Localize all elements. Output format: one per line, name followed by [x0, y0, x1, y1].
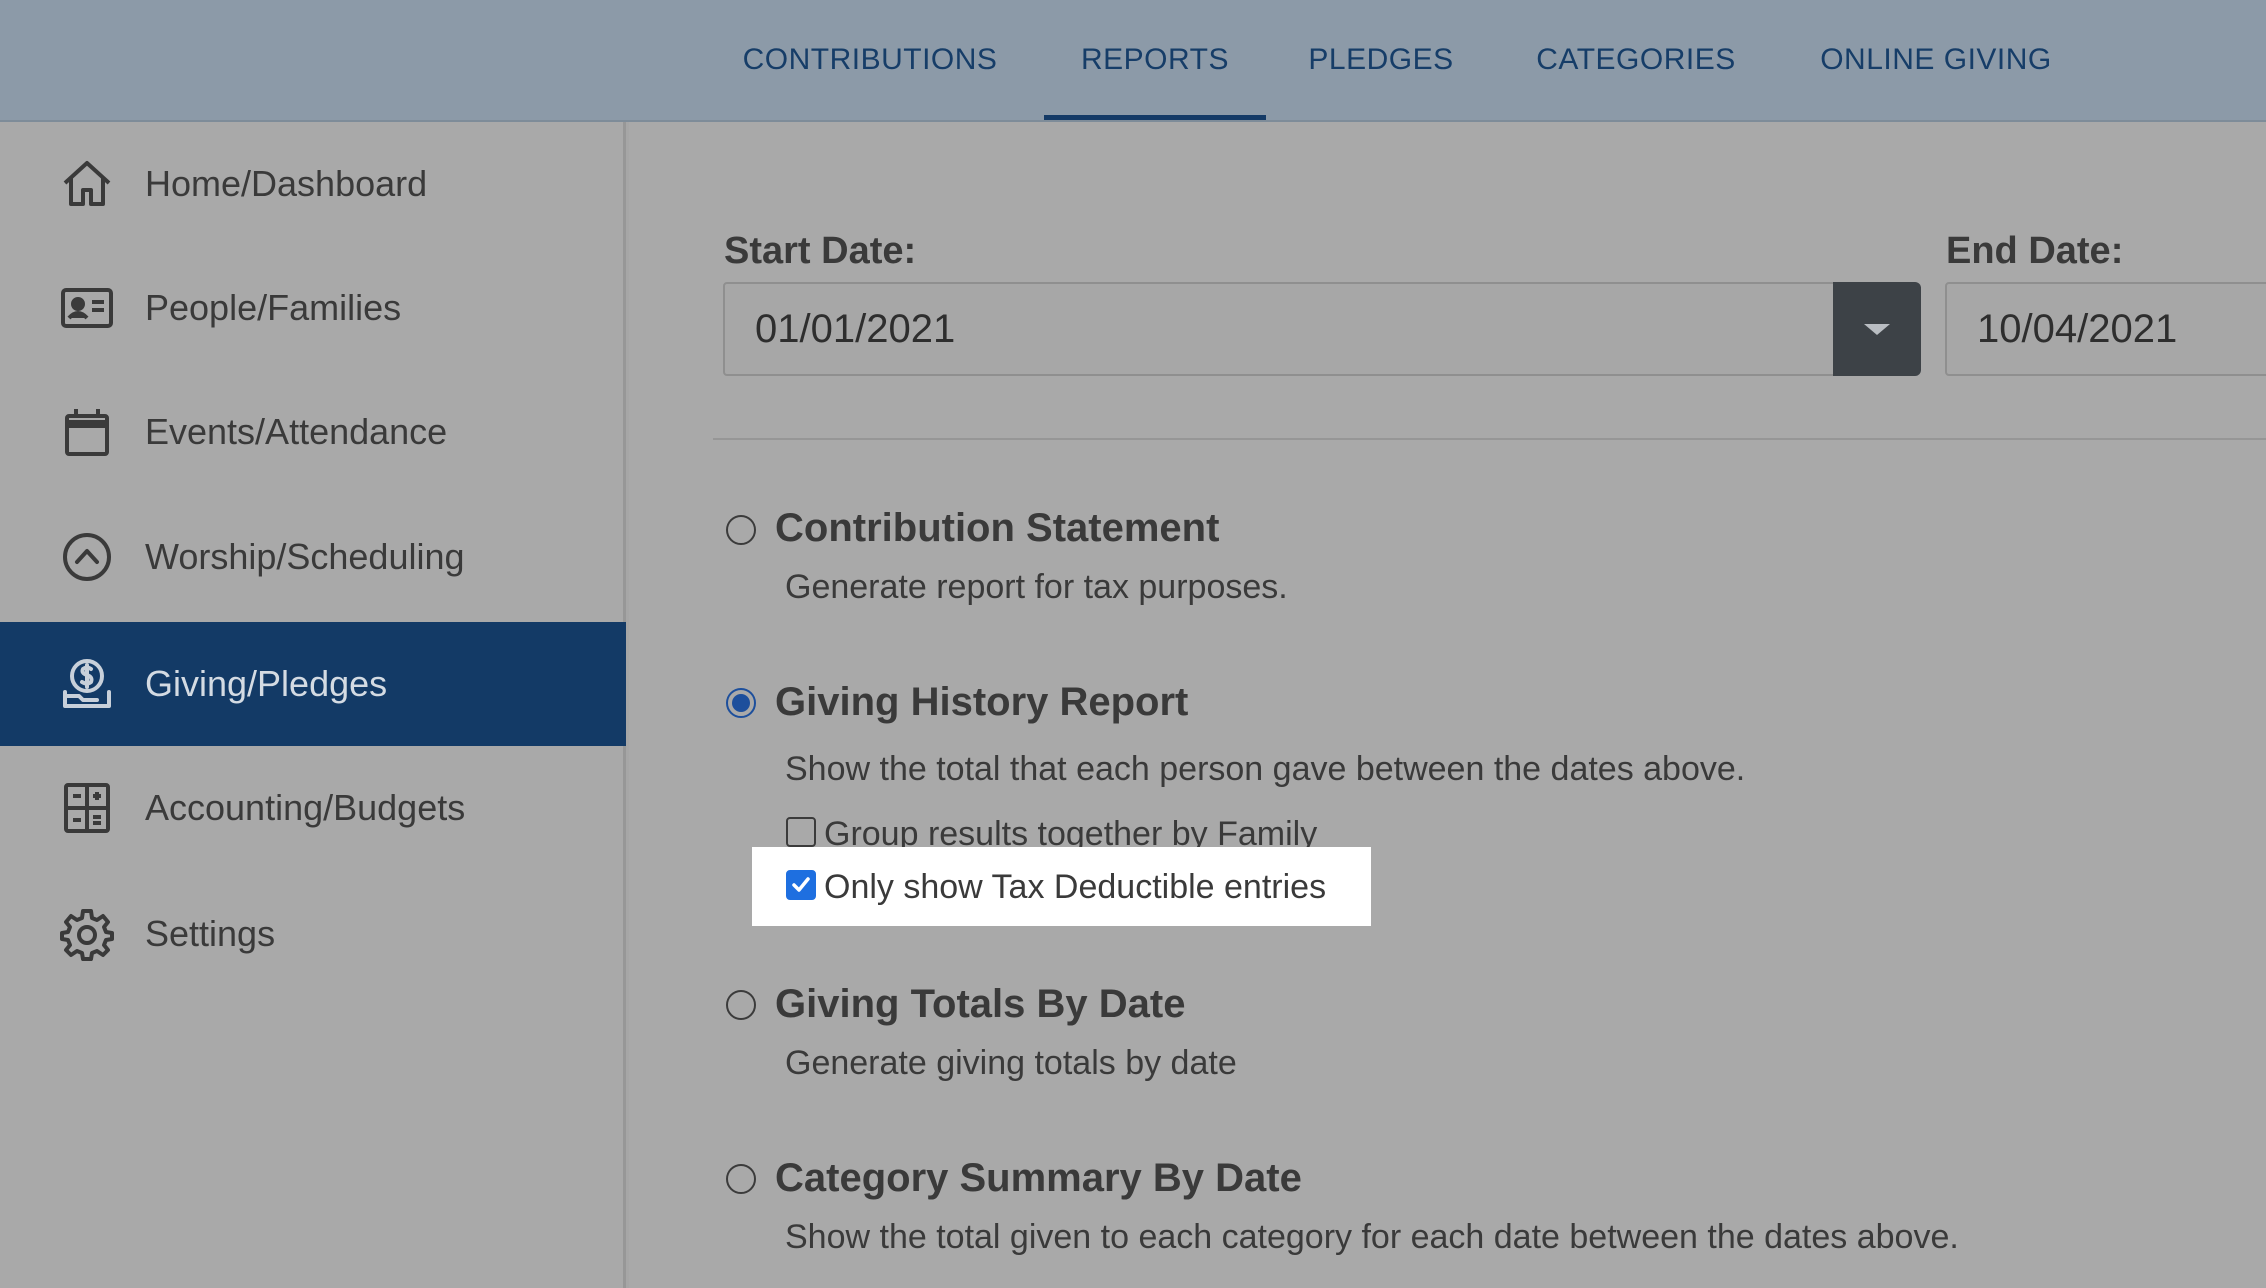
contact-card-icon: [58, 279, 116, 337]
category-summary-radio[interactable]: [726, 1164, 756, 1194]
group-by-family-checkbox[interactable]: [786, 817, 816, 847]
sidebar-item-label: Settings: [145, 913, 276, 954]
tab-categories[interactable]: CATEGORIES: [1530, 0, 1742, 120]
report-description: Show the total that each person gave bet…: [785, 750, 1746, 788]
contribution-statement-radio[interactable]: [726, 515, 756, 545]
checkmark-icon: [792, 877, 810, 892]
tab-contributions[interactable]: CONTRIBUTIONS: [735, 0, 1005, 120]
end-date-input[interactable]: 10/04/2021: [1945, 282, 2266, 376]
gear-icon: [58, 905, 116, 963]
sidebar-item-settings[interactable]: Settings: [0, 872, 626, 996]
giving-totals-radio[interactable]: [726, 990, 756, 1020]
report-description: Generate giving totals by date: [785, 1044, 1237, 1082]
home-icon: [58, 155, 116, 213]
calendar-icon: [58, 403, 116, 461]
tab-pledges[interactable]: PLEDGES: [1306, 0, 1456, 120]
ledger-grid-icon: [58, 779, 116, 837]
tab-online-giving[interactable]: ONLINE GIVING: [1812, 0, 2060, 120]
sidebar-item-people[interactable]: People/Families: [0, 246, 626, 370]
caret-down-icon: [1864, 323, 1890, 335]
tax-deductible-label: Only show Tax Deductible entries: [824, 868, 1327, 906]
sidebar-item-label: Accounting/Budgets: [145, 787, 466, 828]
sidebar-item-events[interactable]: Events/Attendance: [0, 370, 626, 494]
start-date-input[interactable]: 01/01/2021: [723, 282, 1835, 376]
sidebar-item-worship[interactable]: Worship/Scheduling: [0, 495, 626, 619]
divider: [713, 438, 2266, 440]
report-title: Category Summary By Date: [775, 1156, 1302, 1200]
report-title: Giving History Report: [775, 680, 1189, 724]
report-title: Giving Totals By Date: [775, 982, 1186, 1026]
giving-hand-dollar-icon: [58, 655, 116, 713]
tax-deductible-checkbox[interactable]: [786, 870, 816, 900]
report-description: Show the total given to each category fo…: [785, 1218, 1959, 1256]
tab-reports[interactable]: REPORTS: [1044, 0, 1266, 120]
chevron-up-circle-icon: [58, 528, 116, 586]
sidebar-item-label: Worship/Scheduling: [145, 536, 465, 577]
sidebar-item-home[interactable]: Home/Dashboard: [0, 122, 626, 246]
sidebar-item-label: Giving/Pledges: [145, 663, 388, 704]
sidebar-item-label: People/Families: [145, 287, 402, 328]
top-tab-bar: CONTRIBUTIONS REPORTS PLEDGES CATEGORIES…: [0, 0, 2266, 122]
giving-history-radio[interactable]: [726, 688, 756, 718]
sidebar-item-label: Events/Attendance: [145, 411, 448, 452]
report-title: Contribution Statement: [775, 506, 1220, 550]
sidebar-item-giving[interactable]: Giving/Pledges: [0, 622, 626, 746]
end-date-label: End Date:: [1946, 230, 2124, 272]
start-date-label: Start Date:: [724, 230, 917, 272]
sidebar-item-accounting[interactable]: Accounting/Budgets: [0, 746, 626, 870]
start-date-picker-button[interactable]: [1833, 282, 1921, 376]
sidebar: Home/Dashboard People/Families Events/At…: [0, 122, 626, 1288]
sidebar-item-label: Home/Dashboard: [145, 163, 428, 204]
report-description: Generate report for tax purposes.: [785, 568, 1288, 606]
